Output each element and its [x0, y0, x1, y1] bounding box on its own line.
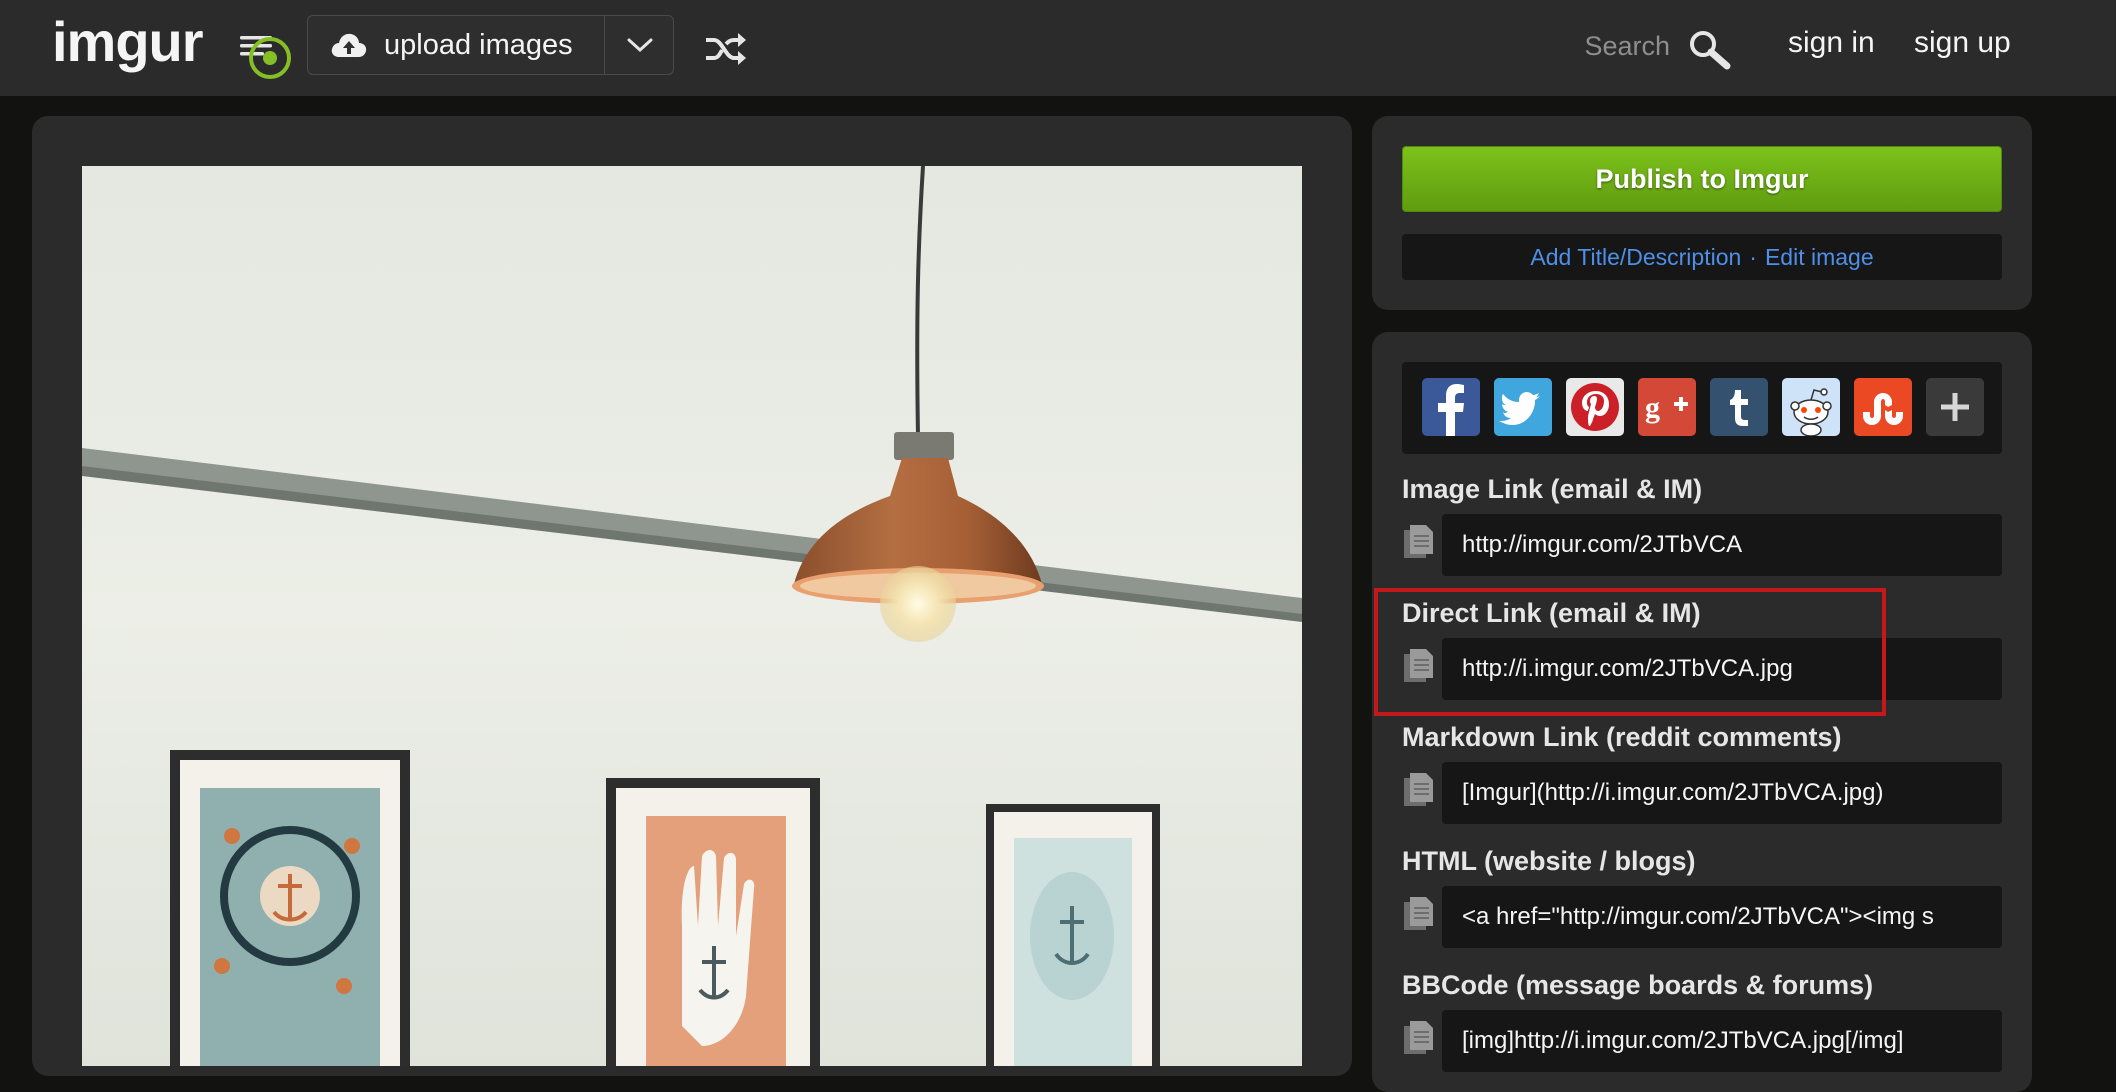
bbcode-link-label: BBCode (message boards & forums)	[1402, 970, 1874, 1000]
facebook-icon	[1422, 378, 1480, 436]
pinterest-share-button[interactable]	[1566, 378, 1624, 436]
search-input[interactable]	[1540, 24, 1670, 68]
reddit-share-button[interactable]	[1782, 378, 1840, 436]
more-share-button[interactable]	[1926, 378, 1984, 436]
upload-images-group: upload images	[307, 15, 674, 75]
copy-image-link-icon[interactable]	[1402, 524, 1436, 560]
google-plus-share-button[interactable]: g	[1638, 378, 1696, 436]
cloud-upload-icon	[331, 33, 367, 57]
menu-button[interactable]	[236, 30, 296, 86]
markdown-link-label: Markdown Link (reddit comments)	[1402, 722, 1842, 752]
reddit-icon	[1782, 378, 1840, 436]
social-share-bar: g	[1402, 362, 2002, 454]
copy-bbcode-link-icon[interactable]	[1402, 1020, 1436, 1056]
google-plus-icon: g	[1638, 378, 1696, 436]
twitter-icon	[1494, 378, 1552, 436]
copy-html-link-icon[interactable]	[1402, 896, 1436, 932]
stumbleupon-share-button[interactable]	[1854, 378, 1912, 436]
html-link-field[interactable]	[1442, 886, 2002, 948]
copy-direct-link-icon[interactable]	[1402, 648, 1436, 684]
shuffle-icon	[706, 33, 746, 65]
image-link-label: Image Link (email & IM)	[1402, 474, 1703, 504]
imgur-logo[interactable]: imgur	[52, 14, 204, 70]
copy-markdown-link-icon[interactable]	[1402, 772, 1436, 808]
chevron-down-icon	[627, 38, 653, 53]
twitter-share-button[interactable]	[1494, 378, 1552, 436]
publish-panel: Publish to Imgur Add Title/Description ·…	[1372, 116, 2032, 310]
top-navigation-bar: imgur upload images Search sign in sign …	[0, 0, 2116, 96]
add-title-description-link[interactable]: Add Title/Description	[1530, 244, 1741, 271]
stumbleupon-icon	[1854, 378, 1912, 436]
tumblr-icon	[1710, 378, 1768, 436]
random-image-button[interactable]	[704, 30, 748, 68]
share-links-panel: g Image Link (email & IM) http://imgur.c…	[1372, 332, 2032, 1092]
sign-in-link[interactable]: sign in	[1788, 26, 1875, 60]
facebook-share-button[interactable]	[1422, 378, 1480, 436]
direct-link-field[interactable]	[1442, 638, 2002, 700]
upload-images-button[interactable]: upload images	[308, 16, 604, 74]
direct-link-label: Direct Link (email & IM)	[1402, 598, 1701, 628]
hamburger-menu-icon	[240, 36, 291, 79]
upload-images-label: upload images	[384, 28, 573, 61]
publish-to-imgur-button[interactable]: Publish to Imgur	[1402, 146, 2002, 212]
link-separator: ·	[1749, 243, 1757, 270]
edit-image-link[interactable]: Edit image	[1765, 244, 1874, 271]
image-link-field[interactable]	[1442, 514, 2002, 576]
more-icon	[1926, 378, 1984, 436]
search-icon[interactable]	[1687, 28, 1733, 72]
pendant-lamp-photo	[82, 166, 1302, 1066]
sign-up-link[interactable]: sign up	[1914, 26, 2011, 60]
bbcode-link-field[interactable]	[1442, 1010, 2002, 1072]
uploaded-image-preview	[82, 166, 1302, 1066]
upload-options-dropdown[interactable]	[604, 16, 675, 74]
search-box	[1540, 18, 1780, 74]
pinterest-icon	[1566, 378, 1624, 436]
html-link-label: HTML (website / blogs)	[1402, 846, 1696, 876]
edit-options-bar: Add Title/Description · Edit image	[1402, 234, 2002, 280]
markdown-link-field[interactable]	[1442, 762, 2002, 824]
svg-text:g: g	[1645, 391, 1660, 424]
tumblr-share-button[interactable]	[1710, 378, 1768, 436]
